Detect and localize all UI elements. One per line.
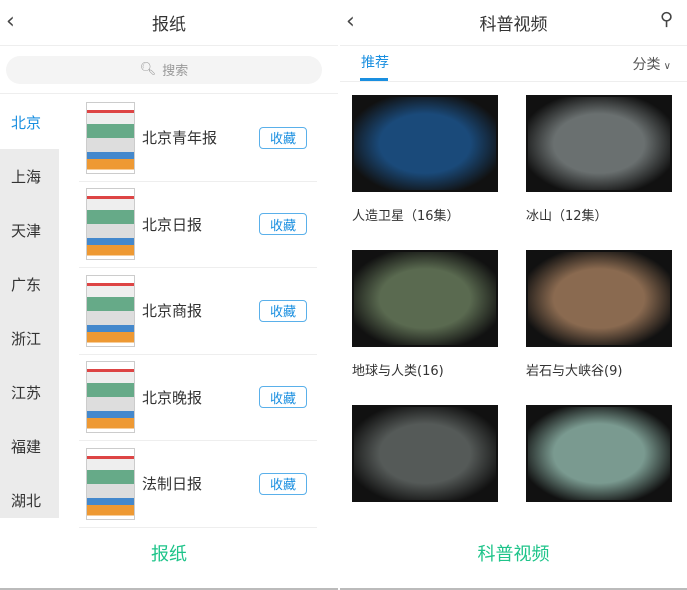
back-icon[interactable]: ‹ [6,9,15,34]
tab-recommended[interactable]: 推荐 [361,52,389,72]
search-placeholder: 搜索 [162,64,189,79]
newspaper-panel: ‹ 报纸 🔍︎ 搜索 北京 上海 天津 广东 浙江 江苏 福建 湖北 北京青年报 收藏 北京日报 收藏… [0,0,338,590]
video-thumbnail[interactable] [352,405,498,502]
video-title: 岩石与大峡谷(9) [526,364,623,379]
video-title: 人造卫星（16集） [352,209,460,224]
paper-thumbnail [86,188,135,261]
video-card[interactable] [526,405,672,515]
page-title: 科普视频 [479,15,548,35]
header: ‹ 报纸 [0,0,338,46]
province-sidebar: 北京 上海 天津 广东 浙江 江苏 福建 湖北 [0,95,59,518]
favorite-button[interactable]: 收藏 [259,472,307,495]
sidebar-item-province[interactable]: 天津 [0,203,59,257]
search-icon: 🔍︎ [139,62,157,77]
video-card[interactable] [352,405,498,515]
paper-name: 北京商报 [142,302,203,321]
paper-thumbnail [86,447,135,520]
paper-name: 北京晚报 [142,388,203,407]
video-thumbnail[interactable] [526,250,672,347]
tab-indicator [360,78,388,81]
video-card[interactable]: 人造卫星（16集） [352,95,498,224]
video-thumbnail[interactable] [526,405,672,502]
list-item[interactable]: 北京日报 收藏 [79,182,317,268]
paper-name: 北京青年报 [142,129,218,148]
chevron-down-icon: ∨ [660,61,671,72]
list-item[interactable]: 北京晚报 收藏 [79,355,317,441]
sidebar-item-province[interactable]: 福建 [0,419,59,473]
video-panel: ‹ 科普视频 ⚲ 推荐 分类 ∨ 人造卫星（16集） 冰山（12集） 地球与人类(1… [340,0,687,590]
page-title: 报纸 [152,15,186,35]
favorite-button[interactable]: 收藏 [259,386,307,409]
video-thumbnail[interactable] [352,250,498,347]
paper-list: 北京青年报 收藏 北京日报 收藏 北京商报 收藏 北京晚报 收藏 法制日报 收藏 [79,95,317,528]
favorite-button[interactable]: 收藏 [259,299,307,322]
search-input[interactable]: 🔍︎ 搜索 [6,55,322,84]
sidebar-item-province[interactable]: 江苏 [0,365,59,419]
paper-thumbnail [86,361,135,434]
video-title: 冰山（12集） [526,209,608,224]
sidebar-item-province[interactable]: 浙江 [0,311,59,365]
list-item[interactable]: 北京商报 收藏 [79,268,317,355]
favorite-button[interactable]: 收藏 [259,126,307,149]
paper-name: 法制日报 [142,475,203,494]
back-icon[interactable]: ‹ [346,9,355,34]
bottom-label-newspaper[interactable]: 报纸 [0,518,338,590]
sidebar-item-province[interactable]: 北京 [0,95,59,149]
paper-thumbnail [86,274,135,347]
list-item[interactable]: 北京青年报 收藏 [79,95,317,182]
list-item[interactable]: 法制日报 收藏 [79,441,317,528]
search-icon[interactable]: ⚲ [660,9,673,30]
bottom-label-video[interactable]: 科普视频 [340,518,687,590]
paper-name: 北京日报 [142,215,203,234]
paper-thumbnail [86,101,135,174]
video-thumbnail[interactable] [526,95,672,192]
header: ‹ 科普视频 ⚲ [340,0,687,46]
category-label: 分类 [632,57,661,73]
video-card[interactable]: 地球与人类(16) [352,250,498,379]
category-dropdown[interactable]: 分类 ∨ [633,54,672,74]
sidebar-item-province[interactable]: 上海 [0,149,59,203]
video-card[interactable]: 岩石与大峡谷(9) [526,250,672,379]
sidebar-item-province[interactable]: 广东 [0,257,59,311]
favorite-button[interactable]: 收藏 [259,213,307,236]
video-title: 地球与人类(16) [352,364,444,379]
video-thumbnail[interactable] [352,95,498,192]
video-card[interactable]: 冰山（12集） [526,95,672,224]
